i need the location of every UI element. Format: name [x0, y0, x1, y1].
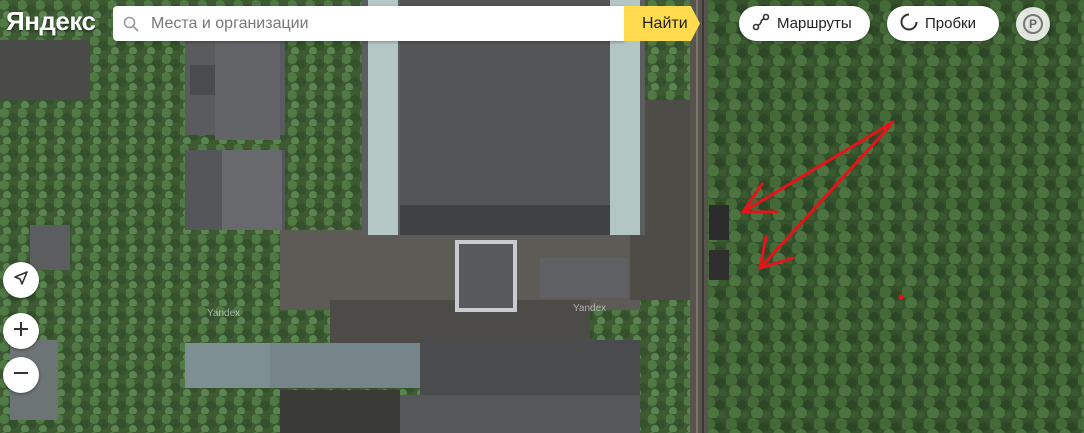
annotation-dot	[898, 294, 904, 300]
plus-icon	[12, 320, 30, 343]
traffic-icon	[899, 12, 919, 36]
zoom-in-button[interactable]	[3, 313, 39, 349]
routes-label: Маршруты	[777, 15, 852, 32]
traffic-button[interactable]: Пробки	[887, 6, 999, 41]
parking-button[interactable]: P	[1016, 7, 1050, 41]
search-box	[113, 5, 624, 42]
route-icon	[751, 12, 771, 36]
yandex-logo[interactable]: Яндекс	[6, 6, 96, 37]
geolocation-button[interactable]	[3, 262, 39, 298]
search-input[interactable]	[149, 5, 624, 42]
find-button[interactable]: Найти	[624, 6, 700, 41]
minus-icon	[12, 364, 30, 387]
geolocation-icon	[12, 269, 30, 292]
parking-icon: P	[1023, 14, 1043, 34]
map-watermark: Yandex	[573, 303, 607, 314]
satellite-map[interactable]	[0, 0, 1084, 433]
routes-button[interactable]: Маршруты	[739, 6, 870, 41]
traffic-label: Пробки	[925, 15, 976, 32]
search-icon	[113, 16, 149, 32]
search-bar: Найти	[113, 5, 700, 42]
zoom-out-button[interactable]	[3, 357, 39, 393]
map-watermark: Yandex	[207, 308, 241, 319]
